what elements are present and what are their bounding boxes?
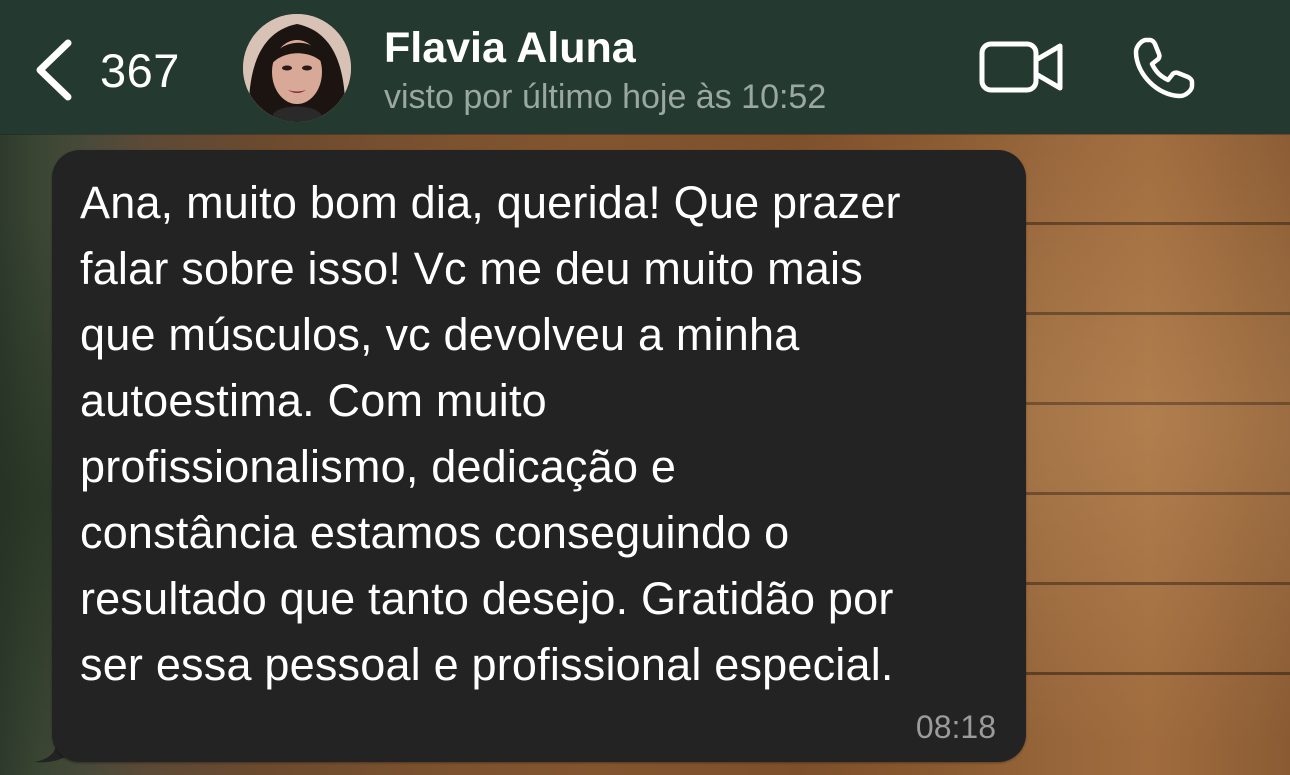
chat-header: 367 Flavia Aluna visto por último hoje à… — [0, 0, 1290, 134]
phone-icon — [1133, 37, 1195, 99]
message-text: Ana, muito bom dia, querida! Que prazer … — [80, 177, 901, 690]
message-bubble[interactable]: Ana, muito bom dia, querida! Que prazer … — [52, 150, 1026, 762]
avatar[interactable] — [243, 14, 351, 122]
last-seen-status: visto por último hoje às 10:52 — [384, 78, 827, 116]
video-call-button[interactable] — [978, 36, 1068, 98]
contact-name[interactable]: Flavia Aluna — [384, 24, 636, 73]
unread-chats-count: 367 — [100, 43, 180, 97]
voice-call-button[interactable] — [1128, 34, 1198, 104]
avatar-photo — [243, 14, 351, 122]
video-camera-icon — [979, 41, 1063, 93]
chevron-left-icon — [36, 39, 72, 101]
back-button[interactable]: 367 — [30, 30, 180, 110]
message-timestamp: 08:18 — [915, 709, 996, 745]
